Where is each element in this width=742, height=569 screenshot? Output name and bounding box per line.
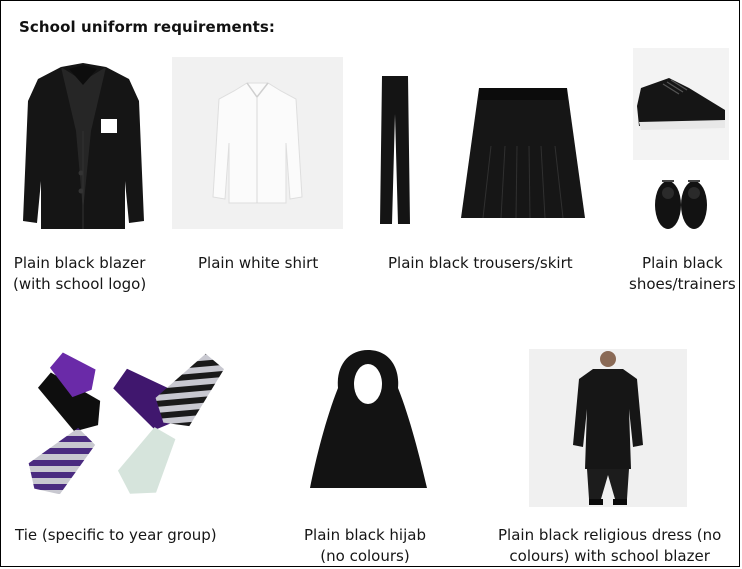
hijab-image: [308, 348, 429, 492]
trainer-icon: [633, 48, 729, 160]
trousers-icon: [380, 76, 410, 224]
skirt-icon: [461, 88, 585, 219]
school-shoes-icon: [655, 180, 707, 229]
shirt-caption: Plain white shirt: [198, 254, 319, 272]
religious-dress-icon: [529, 349, 687, 507]
school-logo-placeholder: [101, 119, 117, 133]
school-shoes-image: [652, 167, 710, 231]
religious-dress-image: [529, 349, 687, 507]
shirt-image: [172, 57, 343, 229]
shirt-icon: [172, 57, 343, 229]
blazer-icon: [23, 63, 144, 229]
tie-caption: Tie (specific to year group): [15, 526, 217, 544]
trainer-image: [633, 48, 729, 160]
ties-icon: [28, 352, 225, 494]
shoes-caption: Plain black shoes/trainers: [629, 254, 736, 293]
trousers-image: [379, 74, 411, 226]
religious-dress-caption: Plain black religious dress (no colours)…: [498, 526, 722, 565]
blazer-caption: Plain black blazer (with school logo): [13, 254, 147, 293]
uniform-sheet: School uniform requirements: Plain black…: [0, 0, 740, 567]
hijab-icon: [310, 350, 427, 488]
skirt-image: [459, 86, 587, 220]
ties-image: [21, 346, 231, 494]
blazer-image: [21, 61, 146, 231]
page-title: School uniform requirements:: [19, 18, 276, 36]
trousers-skirt-caption: Plain black trousers/skirt: [388, 254, 573, 272]
hijab-caption: Plain black hijab (no colours): [304, 526, 426, 565]
